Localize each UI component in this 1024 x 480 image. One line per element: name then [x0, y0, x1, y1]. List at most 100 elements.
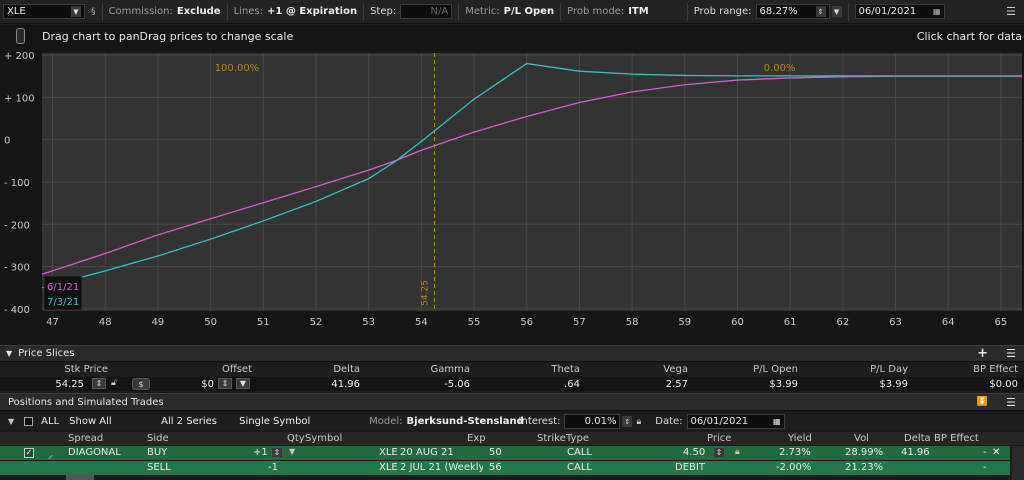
table-row[interactable]: ✓ ⸝ DIAGONAL BUY +1 ⇕ ▼ XLE 20 AUG 21 50… [0, 446, 1010, 461]
chart-hint-bar: Drag chart to panDrag prices to change s… [0, 25, 1024, 47]
col-vega: Vega [663, 364, 688, 375]
scrollbar[interactable] [1012, 446, 1024, 480]
positions-date-field[interactable]: 06/01/2021 ▦ [686, 414, 785, 429]
x-tick-label: 58 [626, 317, 639, 328]
stepper-icon[interactable]: ⇕ [92, 378, 106, 389]
yield-value: 2.73% [779, 447, 811, 458]
side-value[interactable]: BUY [144, 446, 170, 459]
divider [363, 2, 365, 21]
dollar-icon[interactable]: $ [132, 378, 150, 390]
col-stk-price: Stk Price [64, 364, 108, 375]
positions-header[interactable]: Positions and Simulated Trades ⏬ ☰ [0, 393, 1024, 411]
spread-value[interactable]: DIAGONAL [65, 446, 124, 459]
menu-icon[interactable]: ☰ [1006, 347, 1016, 360]
side-value[interactable]: SELL [144, 461, 174, 474]
exp-value[interactable]: 20 AUG 21 [397, 446, 457, 459]
symbol-mode-dropdown[interactable]: Single Symbol [239, 416, 369, 427]
pl-open-value: $3.99 [769, 379, 798, 390]
lines-value[interactable]: +1 @ Expiration [267, 6, 357, 17]
x-tick-label: 61 [784, 317, 797, 328]
collapse-icon[interactable]: ⏬ [977, 397, 988, 407]
pl-day-value: $3.99 [879, 379, 908, 390]
add-row-button[interactable] [66, 475, 94, 480]
step-field[interactable]: N/A [400, 4, 453, 19]
stepper-icon[interactable]: ⇕ [713, 447, 725, 458]
lock-icon[interactable]: 🔒︎ [735, 447, 740, 457]
price-slice-row: 54.25 ⇕ 🔓︎ $ $0 ⇕ ▼ 41.96 -5.06 .64 2.57… [0, 377, 1024, 391]
link-icon[interactable]: § [91, 7, 96, 17]
hint-left-text: Drag chart to panDrag prices to change s… [42, 30, 294, 43]
x-tick-label: 57 [573, 317, 586, 328]
y-tick-label: 0 [4, 136, 10, 147]
spread-value[interactable] [65, 461, 71, 474]
offset-value[interactable]: $0 [201, 379, 214, 390]
x-tick-label: 53 [362, 317, 375, 328]
collapse-icon[interactable]: ▼ [8, 417, 14, 426]
edit-icon[interactable]: ⸝ [48, 447, 53, 461]
select-all-checkbox[interactable] [24, 417, 34, 426]
exp-value[interactable]: 2 JUL 21 (Weeklys) [397, 461, 483, 474]
calendar-icon[interactable]: ▦ [933, 7, 941, 16]
metric-value[interactable]: P/L Open [504, 6, 554, 17]
qty-value[interactable]: -1 [265, 461, 281, 474]
stk-price-value[interactable]: 54.25 [55, 379, 84, 390]
x-tick-label: 65 [995, 317, 1008, 328]
interest-field[interactable]: 0.01% [564, 414, 621, 429]
y-tick-label: - 300 [4, 263, 30, 274]
col-price: Price [707, 433, 732, 444]
stepper-icon[interactable]: ⇕ [218, 378, 232, 389]
show-all-dropdown[interactable]: Show All [69, 416, 161, 427]
close-icon[interactable]: ✕ [992, 447, 1000, 458]
qty-value[interactable]: +1 [250, 446, 271, 459]
col-side: Side [147, 433, 169, 444]
chevron-down-icon[interactable]: ▼ [289, 447, 295, 456]
series-dropdown[interactable]: All 2 Series [161, 416, 239, 427]
symbol-value: XLE [7, 6, 26, 17]
table-row[interactable]: SELL -1 XLE 2 JUL 21 (Weeklys) 56 CALL D… [0, 461, 1010, 475]
interest-value: 0.01% [584, 416, 617, 427]
strike-value[interactable]: 56 [486, 461, 505, 474]
stepper-icon[interactable]: ⇕ [622, 416, 633, 427]
commission-value[interactable]: Exclude [177, 6, 221, 17]
positions-table-header: Spread Side Qty Symbol Exp Strike Type P… [0, 432, 1024, 445]
hint-right-text: Click chart for data [916, 30, 1022, 43]
price-slices-header[interactable]: ▼ Price Slices + ☰ [0, 345, 1024, 362]
col-spread: Spread [68, 433, 104, 444]
stepper-icon[interactable]: ⇕ [271, 447, 283, 458]
row-checkbox[interactable]: ✓ [24, 448, 34, 458]
menu-icon[interactable]: ☰ [1006, 5, 1016, 18]
strike-value[interactable]: 50 [486, 446, 505, 459]
stepper-icon[interactable]: ⇕ [815, 6, 826, 17]
chevron-down-icon[interactable]: ▼ [831, 6, 842, 17]
add-slice-icon[interactable]: + [977, 346, 988, 361]
model-value[interactable]: Bjerksund-Stensland [407, 416, 524, 427]
price-value[interactable]: 4.50 [680, 446, 708, 459]
positions-controls: ▼ ALL Show All All 2 Series Single Symbo… [0, 413, 1024, 430]
calendar-icon[interactable]: ▦ [773, 417, 781, 426]
model-label: Model: [369, 416, 403, 427]
pan-icon [16, 28, 25, 44]
prob-mode-value[interactable]: ITM [628, 6, 649, 17]
chevron-down-icon[interactable]: ▼ [236, 378, 250, 389]
y-tick-label: + 100 [4, 93, 35, 104]
divider [226, 2, 228, 21]
symbol-field[interactable]: XLE ▼ [3, 4, 85, 19]
x-tick-label: 60 [731, 317, 744, 328]
lock-icon[interactable]: 🔓︎ [111, 378, 117, 388]
prob-range-field[interactable]: 68.27% ⇕ [755, 4, 830, 19]
menu-icon[interactable]: ☰ [1006, 396, 1016, 409]
bp-value: - [983, 462, 987, 473]
divider [560, 2, 562, 21]
col-type: Type [566, 433, 589, 444]
chart-svg[interactable]: + 200 + 100 0 - 100 - 200 - 300 - 400 47 48 49 50… [0, 47, 1024, 345]
type-value[interactable]: CALL [564, 461, 595, 474]
col-pl-day: P/L Day [870, 364, 908, 375]
collapse-icon[interactable]: ▼ [6, 349, 12, 358]
date-field[interactable]: 06/01/2021 ▦ [854, 4, 945, 19]
lock-icon[interactable]: 🔒︎ [636, 417, 641, 427]
chevron-down-icon[interactable]: ▼ [71, 6, 81, 17]
type-value[interactable]: CALL [564, 446, 595, 459]
risk-profile-chart[interactable]: + 200 + 100 0 - 100 - 200 - 300 - 400 47 48 49 50… [0, 47, 1024, 345]
col-bp-effect: BP Effect [934, 433, 979, 444]
col-pl-open: P/L Open [753, 364, 798, 375]
